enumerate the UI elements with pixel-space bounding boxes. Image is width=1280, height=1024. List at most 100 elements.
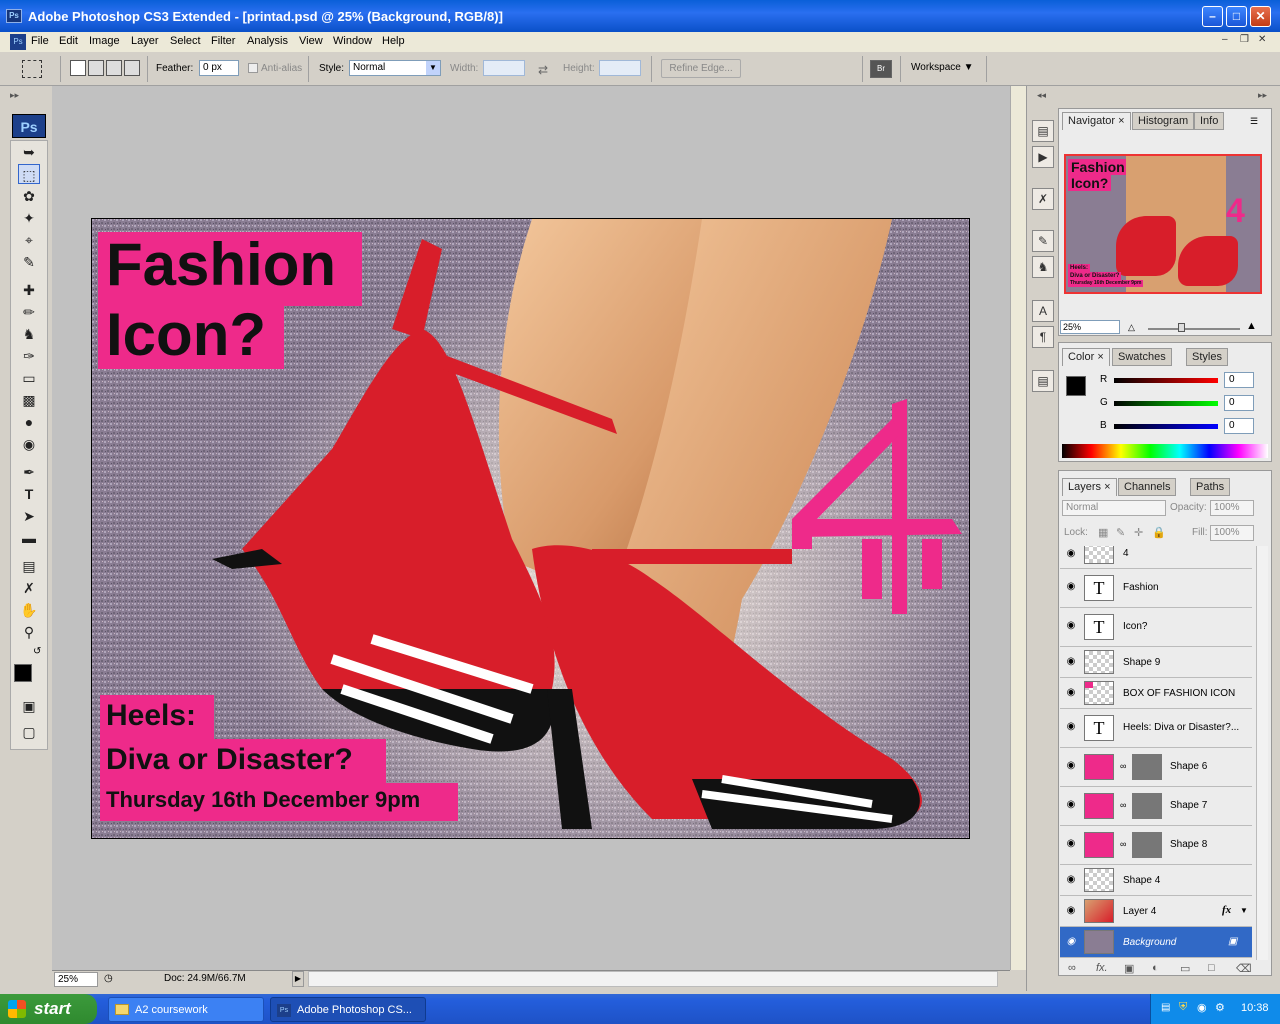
lock-pixels-icon[interactable]: ✎ — [1116, 526, 1125, 539]
tab-swatches[interactable]: Swatches — [1112, 348, 1172, 366]
link-icon[interactable]: ∞ — [1120, 761, 1126, 771]
navigator-preview[interactable]: Fashion Icon? 4 Heels: Diva or Disaster?… — [1064, 154, 1262, 294]
start-button[interactable]: start — [0, 994, 97, 1024]
lock-position-icon[interactable]: ✛ — [1134, 526, 1143, 539]
layer-row[interactable]: ◉ T Icon? — [1060, 608, 1252, 647]
layer-row[interactable]: ◉ ∞ Shape 7 — [1060, 787, 1252, 826]
collapse-tools-icon[interactable]: ▸▸ — [10, 90, 19, 101]
maximize-button[interactable]: □ — [1226, 6, 1247, 27]
menu-layer[interactable]: Layer — [131, 35, 159, 47]
zoom-slider-track[interactable] — [1148, 328, 1240, 330]
eye-icon[interactable]: ◉ — [1063, 721, 1079, 733]
add-selection-icon[interactable] — [88, 60, 104, 76]
tab-navigator[interactable]: Navigator × — [1062, 112, 1131, 130]
tool-presets-icon[interactable]: ✗ — [1032, 188, 1054, 210]
delete-layer-icon[interactable]: ⌫ — [1236, 962, 1252, 975]
hand-tool-icon[interactable]: ✋ — [18, 600, 40, 620]
document-icon[interactable]: Ps — [10, 34, 26, 50]
eye-icon[interactable]: ◉ — [1063, 838, 1079, 850]
slice-tool-icon[interactable]: ✎ — [18, 252, 40, 272]
type-tool-icon[interactable]: T — [18, 484, 40, 504]
tab-styles[interactable]: Styles — [1186, 348, 1228, 366]
marquee-preset-icon[interactable] — [22, 60, 42, 78]
minimize-button[interactable]: – — [1202, 6, 1223, 27]
menu-image[interactable]: Image — [89, 35, 120, 47]
move-tool-icon[interactable]: ➥ — [18, 142, 40, 162]
clone-source-icon[interactable]: ♞ — [1032, 256, 1054, 278]
layer-row[interactable]: ◉ Background ▣ — [1060, 927, 1252, 958]
doc-close-icon[interactable]: ✕ — [1258, 34, 1266, 45]
panel-menu-icon[interactable]: ☰ — [1250, 116, 1258, 127]
screen-mode-icon[interactable]: ▢ — [18, 722, 40, 742]
collapse-panels-icon[interactable]: ▸▸ — [1258, 90, 1267, 101]
eye-icon[interactable]: ◉ — [1063, 620, 1079, 632]
photoshop-logo[interactable]: Ps — [12, 114, 46, 138]
eraser-tool-icon[interactable]: ▭ — [18, 368, 40, 388]
link-icon[interactable]: ∞ — [1120, 800, 1126, 810]
eye-icon[interactable]: ◉ — [1063, 687, 1079, 699]
blur-tool-icon[interactable]: ● — [18, 412, 40, 432]
eye-icon[interactable]: ◉ — [1063, 874, 1079, 886]
lasso-tool-icon[interactable]: ✿ — [18, 186, 40, 206]
new-group-icon[interactable]: ▭ — [1180, 962, 1190, 975]
add-style-icon[interactable]: fx. — [1096, 962, 1108, 974]
rectangle-tool-icon[interactable]: ▬ — [18, 528, 40, 548]
healing-brush-tool-icon[interactable]: ✚ — [18, 280, 40, 300]
opacity-input[interactable]: 100% — [1210, 500, 1254, 516]
menu-select[interactable]: Select — [170, 35, 201, 47]
expand-dock-icon[interactable]: ◂◂ — [1037, 90, 1046, 101]
subtract-selection-icon[interactable] — [106, 60, 122, 76]
menu-window[interactable]: Window — [333, 35, 372, 47]
navigator-zoom-input[interactable]: 25% — [1060, 320, 1120, 334]
fg-color-swatch[interactable] — [1066, 376, 1086, 396]
eye-icon[interactable]: ◉ — [1063, 656, 1079, 668]
taskbar-item-photoshop[interactable]: Ps Adobe Photoshop CS... — [270, 997, 426, 1022]
height-input[interactable] — [599, 60, 641, 76]
workspace-menu[interactable]: Workspace ▼ — [911, 62, 974, 73]
paragraph-panel-icon[interactable]: ¶ — [1032, 326, 1054, 348]
adjustment-layer-icon[interactable]: ◐ — [1152, 962, 1159, 974]
new-selection-icon[interactable] — [70, 60, 86, 76]
zoom-out-icon[interactable]: △ — [1128, 322, 1135, 333]
layer-row[interactable]: ◉ T Fashion — [1060, 569, 1252, 608]
chevron-down-icon[interactable]: ▼ — [1240, 906, 1248, 915]
layer-row[interactable]: ◉ 4 — [1060, 546, 1252, 569]
close-icon[interactable]: × — [1104, 481, 1110, 493]
chevron-down-icon[interactable]: ▼ — [426, 61, 440, 75]
fill-input[interactable]: 100% — [1210, 525, 1254, 541]
b-input[interactable]: 0 — [1224, 418, 1254, 434]
close-icon[interactable]: × — [1118, 115, 1124, 127]
pen-tool-icon[interactable]: ✒ — [18, 462, 40, 482]
menu-help[interactable]: Help — [382, 35, 405, 47]
layer-row[interactable]: ◉ ∞ Shape 8 — [1060, 826, 1252, 865]
marquee-tool-icon[interactable]: ⬚ — [18, 164, 40, 184]
menu-filter[interactable]: Filter — [211, 35, 235, 47]
b-slider[interactable] — [1114, 424, 1218, 429]
eye-icon[interactable]: ◉ — [1063, 760, 1079, 772]
feather-input[interactable]: 0 px — [199, 60, 239, 76]
history-brush-tool-icon[interactable]: ✑ — [18, 346, 40, 366]
r-slider[interactable] — [1114, 378, 1218, 383]
intersect-selection-icon[interactable] — [124, 60, 140, 76]
eye-icon[interactable]: ◉ — [1063, 581, 1079, 593]
zoom-tool-icon[interactable]: ⚲ — [18, 622, 40, 642]
eye-icon[interactable]: ◉ — [1063, 905, 1079, 917]
update-icon[interactable]: ⚙ — [1215, 1001, 1225, 1014]
character-panel-icon[interactable]: A — [1032, 300, 1054, 322]
photoshop-app-icon[interactable]: Ps — [6, 9, 22, 23]
blend-mode-select[interactable]: Normal — [1062, 500, 1166, 516]
volume-icon[interactable]: ◉ — [1197, 1001, 1207, 1014]
lock-transparency-icon[interactable]: ▦ — [1098, 526, 1108, 539]
swap-icon[interactable]: ⇄ — [538, 63, 548, 77]
bridge-icon[interactable]: Br — [870, 60, 892, 78]
eyedropper-tool-icon[interactable]: ✗ — [18, 578, 40, 598]
doc-minimize-icon[interactable]: – — [1222, 34, 1228, 45]
gradient-tool-icon[interactable]: ▩ — [18, 390, 40, 410]
menu-file[interactable]: File — [31, 35, 49, 47]
layer-comps-icon[interactable]: ▤ — [1032, 370, 1054, 392]
g-slider[interactable] — [1114, 401, 1218, 406]
swap-colors-icon[interactable]: ↺ — [33, 646, 41, 657]
dodge-tool-icon[interactable]: ◉ — [18, 434, 40, 454]
eye-icon[interactable]: ◉ — [1063, 548, 1079, 560]
foreground-color-swatch[interactable] — [14, 664, 32, 682]
